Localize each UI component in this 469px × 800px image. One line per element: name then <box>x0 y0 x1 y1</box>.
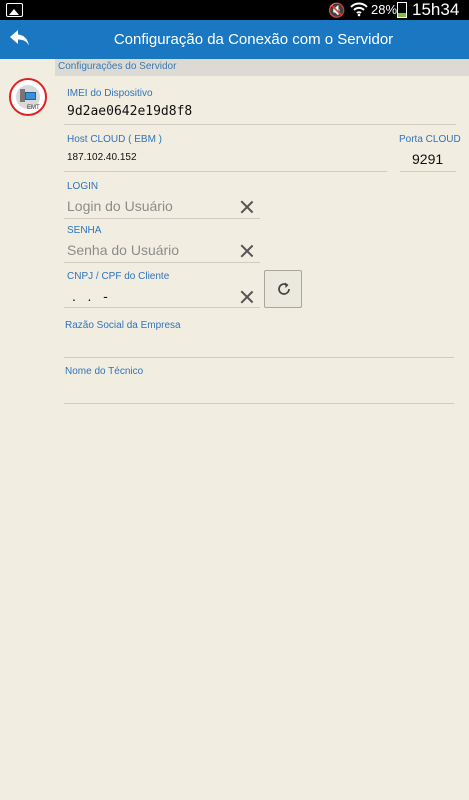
login-input[interactable]: Login do Usuário <box>64 194 260 218</box>
tecnico-input[interactable] <box>64 379 454 403</box>
imei-value: 9d2ae0642e19d8f8 <box>67 104 193 119</box>
wifi-icon <box>350 1 368 21</box>
action-bar: Configuração da Conexão com o Servidor <box>0 20 469 59</box>
server-config-icon: EMT <box>9 78 47 116</box>
tecnico-label: Nome do Técnico <box>65 366 144 377</box>
cnpj-label: CNPJ / CPF do Cliente <box>67 271 170 282</box>
cnpj-underline <box>64 307 260 308</box>
back-arrow-icon[interactable] <box>8 26 32 52</box>
cnpj-clear-icon[interactable] <box>240 290 254 304</box>
razao-underline <box>64 357 454 358</box>
cnpj-value: . . - <box>72 288 108 304</box>
senha-placeholder: Senha do Usuário <box>67 242 180 258</box>
refresh-icon <box>276 281 292 302</box>
login-placeholder: Login do Usuário <box>67 198 173 214</box>
imei-underline <box>64 124 456 125</box>
razao-label: Razão Social da Empresa <box>65 320 181 331</box>
senha-clear-icon[interactable] <box>240 244 254 258</box>
port-underline <box>400 171 456 172</box>
cnpj-input[interactable]: . . - <box>64 284 260 308</box>
login-clear-icon[interactable] <box>240 200 254 214</box>
section-header: Configurações do Servidor <box>55 59 469 76</box>
port-field[interactable]: 9291 <box>400 146 456 172</box>
section-title: Configurações do Servidor <box>58 61 177 72</box>
gallery-icon <box>6 3 23 17</box>
port-label: Porta CLOUD <box>399 134 461 145</box>
tecnico-underline <box>64 403 454 404</box>
host-field[interactable]: 187.102.40.152 <box>64 146 387 172</box>
host-underline <box>64 171 387 172</box>
mute-icon: 🔇 <box>328 2 346 18</box>
battery-icon <box>397 2 407 18</box>
senha-label: SENHA <box>67 225 102 236</box>
senha-underline <box>64 262 260 263</box>
senha-input[interactable]: Senha do Usuário <box>64 238 260 262</box>
clock: 15h34 <box>412 0 460 19</box>
refresh-button[interactable] <box>264 270 302 308</box>
port-value: 9291 <box>412 151 444 167</box>
razao-input[interactable] <box>64 333 454 357</box>
login-label: LOGIN <box>67 181 99 192</box>
status-bar: 🔇 28% 15h34 <box>0 0 469 20</box>
login-underline <box>64 218 260 219</box>
host-value: 187.102.40.152 <box>67 152 137 163</box>
imei-label: IMEI do Dispositivo <box>67 88 153 99</box>
page-title: Configuração da Conexão com o Servidor <box>113 31 394 48</box>
battery-percent: 28% <box>371 2 398 17</box>
host-label: Host CLOUD ( EBM ) <box>67 134 163 145</box>
